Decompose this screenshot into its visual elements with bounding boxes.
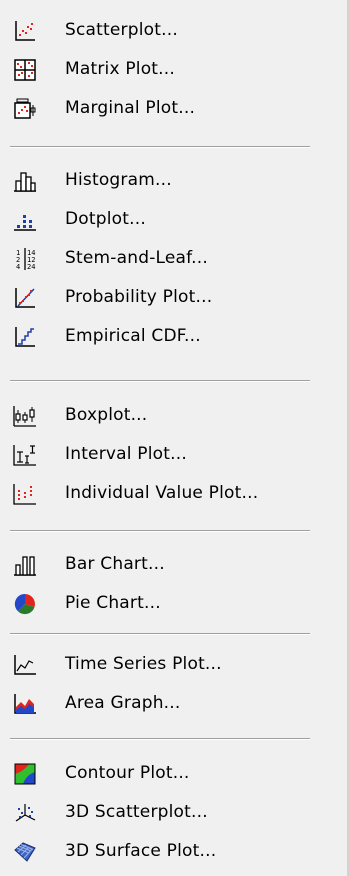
menu-item-individual-value-plot[interactable]: Individual Value Plot...: [0, 475, 347, 513]
menu-item-label: Empirical CDF...: [65, 326, 201, 346]
interval-plot-icon: [13, 443, 37, 467]
menu-item-bar-chart[interactable]: Bar Chart...: [0, 546, 347, 584]
menu-item-label: Matrix Plot...: [65, 59, 175, 79]
menu-item-label: Contour Plot...: [65, 763, 190, 783]
area-graph-icon: [13, 692, 37, 716]
menu-item-label: 3D Scatterplot...: [65, 802, 208, 822]
menu-item-empirical-cdf[interactable]: Empirical CDF...: [0, 318, 347, 356]
menu-item-label: Pie Chart...: [65, 593, 161, 613]
probability-plot-icon: [13, 286, 37, 310]
boxplot-icon: [13, 404, 37, 428]
menu-item-label: Dotplot...: [65, 209, 146, 229]
scatterplot-icon: [13, 19, 37, 43]
svg-text:4: 4: [16, 263, 20, 271]
menu-item-scatterplot[interactable]: Scatterplot...: [0, 12, 347, 50]
individual-value-plot-icon: [13, 482, 37, 506]
menu-item-label: 3D Surface Plot...: [65, 841, 217, 861]
menu-item-probability-plot[interactable]: Probability Plot...: [0, 279, 347, 317]
menu-item-time-series-plot[interactable]: Time Series Plot...: [0, 646, 347, 684]
menu-item-label: Interval Plot...: [65, 444, 187, 464]
menu-item-marginal-plot[interactable]: Marginal Plot...: [0, 90, 347, 128]
menu-separator: [10, 633, 310, 635]
menu-separator: [10, 738, 310, 740]
3d-scatterplot-icon: [13, 801, 37, 825]
menu-item-label: Boxplot...: [65, 405, 148, 425]
menu-item-histogram[interactable]: Histogram...: [0, 162, 347, 200]
menu-item-area-graph[interactable]: Area Graph...: [0, 685, 347, 723]
histogram-icon: [13, 169, 37, 193]
menu-separator: [10, 530, 310, 532]
bar-chart-icon: [13, 553, 37, 577]
menu-item-label: Bar Chart...: [65, 554, 165, 574]
matrix-plot-icon: [13, 58, 37, 82]
menu-item-label: Stem-and-Leaf...: [65, 248, 208, 268]
3d-surface-plot-icon: [13, 840, 37, 864]
menu-item-label: Scatterplot...: [65, 20, 178, 40]
menu-item-label: Individual Value Plot...: [65, 483, 259, 503]
contour-plot-icon: [13, 762, 37, 786]
menu-item-interval-plot[interactable]: Interval Plot...: [0, 436, 347, 474]
menu-item-label: Time Series Plot...: [65, 654, 222, 674]
menu-separator: [10, 380, 310, 382]
time-series-plot-icon: [13, 653, 37, 677]
menu-item-pie-chart[interactable]: Pie Chart...: [0, 585, 347, 623]
menu-item-3d-surface-plot[interactable]: 3D Surface Plot...: [0, 833, 347, 871]
menu-item-contour-plot[interactable]: Contour Plot...: [0, 755, 347, 793]
menu-item-label: Marginal Plot...: [65, 98, 196, 118]
stem-and-leaf-icon: 1 2 4 14 12 24: [13, 247, 37, 271]
pie-chart-icon: [13, 592, 37, 616]
menu-item-stem-and-leaf[interactable]: 1 2 4 14 12 24 Stem-and-Leaf...: [0, 240, 347, 278]
menu-item-label: Histogram...: [65, 170, 172, 190]
menu-item-dotplot[interactable]: Dotplot...: [0, 201, 347, 239]
svg-text:24: 24: [27, 263, 35, 271]
menu-item-matrix-plot[interactable]: Matrix Plot...: [0, 51, 347, 89]
dotplot-icon: [13, 208, 37, 232]
marginal-plot-icon: [13, 97, 37, 121]
menu-item-3d-scatterplot[interactable]: 3D Scatterplot...: [0, 794, 347, 832]
menu-item-boxplot[interactable]: Boxplot...: [0, 397, 347, 435]
menu-item-label: Probability Plot...: [65, 287, 213, 307]
menu-item-label: Area Graph...: [65, 693, 181, 713]
graph-menu: Scatterplot... Matrix Plot... Marginal P…: [0, 0, 349, 876]
empirical-cdf-icon: [13, 325, 37, 349]
menu-separator: [10, 146, 310, 148]
